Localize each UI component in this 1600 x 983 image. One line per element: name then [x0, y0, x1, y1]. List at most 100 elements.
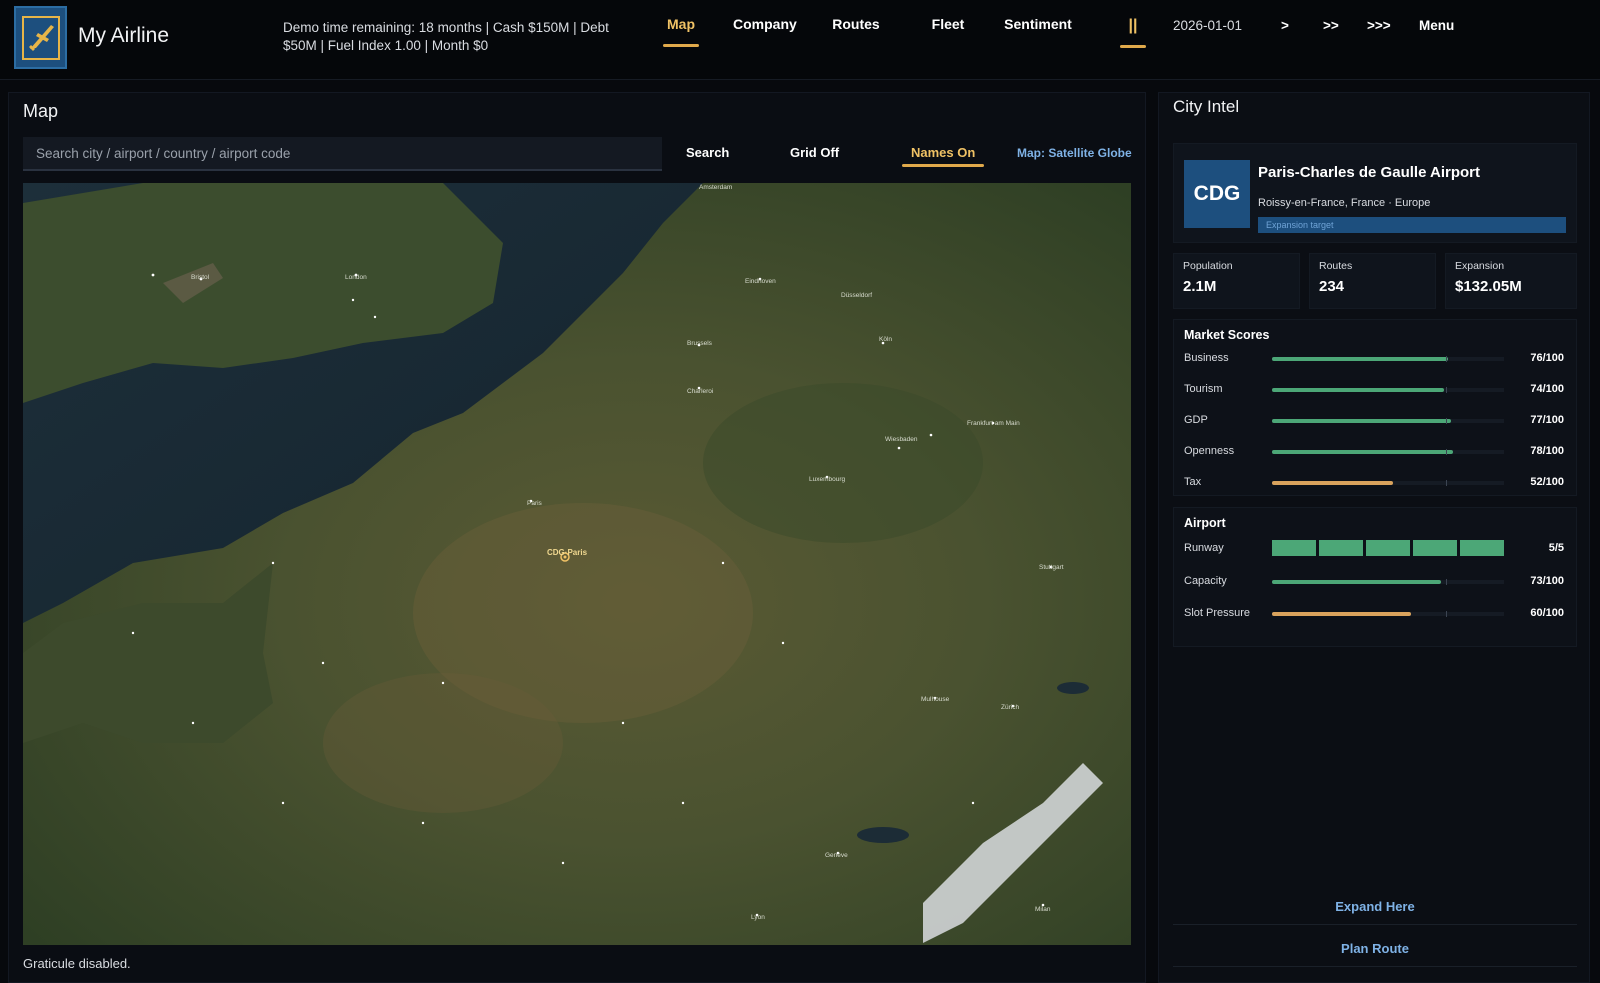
nav-fleet[interactable]: Fleet — [930, 16, 966, 44]
metric-label-runway: Runway — [1184, 542, 1224, 554]
airline-logo — [14, 6, 67, 69]
tax-score-bar — [1272, 480, 1504, 486]
score-bar-fill — [1272, 388, 1444, 392]
map-label: Frankfurt am Main — [967, 420, 1020, 427]
map-label: Charleroi — [687, 388, 713, 395]
airport-card: CDG Paris-Charles de Gaulle Airport Rois… — [1173, 143, 1577, 243]
top-bar: My Airline Demo time remaining: 18 month… — [0, 0, 1600, 80]
capacity-bar — [1272, 579, 1504, 585]
metric-value-tourism: 74/100 — [1530, 383, 1564, 395]
airport-section: Airport Runway 5/5 Capacity 73/100 Slot … — [1173, 507, 1577, 647]
nav-routes[interactable]: Routes — [832, 16, 880, 44]
satellite-map[interactable]: Amsterdam Bristol London Eindhoven Düsse… — [23, 183, 1131, 945]
menu-button[interactable]: Menu — [1419, 18, 1454, 33]
stat-label: Population — [1183, 260, 1233, 272]
lake-constance — [1057, 682, 1089, 694]
stat-value: 234 — [1319, 278, 1345, 295]
map-panel: Map Search Grid Off Names On Map: Satell… — [8, 92, 1146, 983]
metric-label-openness: Openness — [1184, 445, 1235, 457]
runway-segment — [1319, 540, 1363, 556]
map-panel-title: Map — [23, 101, 59, 121]
map-label: Paris — [527, 500, 543, 507]
business-score-bar — [1272, 356, 1504, 362]
status-line: Demo time remaining: 18 months | Cash $1… — [283, 20, 609, 53]
score-bar-fill — [1272, 357, 1449, 361]
bar-marker — [1446, 480, 1447, 486]
stat-value: $132.05M — [1455, 278, 1522, 295]
speed-2-button[interactable]: >> — [1323, 18, 1339, 33]
map-label: Zürich — [1001, 704, 1019, 711]
map-label: Genève — [825, 852, 848, 859]
runway-segment — [1272, 540, 1316, 556]
openness-score-bar — [1272, 449, 1504, 455]
loire-valley — [323, 673, 563, 813]
satellite-map-canvas[interactable]: Amsterdam Bristol London Eindhoven Düsse… — [23, 183, 1131, 945]
airport-section-title: Airport — [1184, 516, 1226, 530]
gdp-score-bar — [1272, 418, 1504, 424]
routes-stat: Routes 234 — [1309, 253, 1436, 309]
speed-1-button[interactable]: > — [1281, 18, 1289, 33]
map-label: Luxembourg — [809, 476, 846, 483]
metric-value-tax: 52/100 — [1530, 476, 1564, 488]
airport-code-badge: CDG — [1184, 160, 1250, 228]
names-toggle-button[interactable]: Names On — [901, 145, 985, 167]
map-label: Düsseldorf — [841, 292, 872, 299]
runway-segment — [1366, 540, 1410, 556]
grid-toggle-button[interactable]: Grid Off — [790, 145, 839, 160]
score-bar-fill — [1272, 450, 1453, 454]
map-label: Amsterdam — [699, 184, 732, 191]
speed-3-button[interactable]: >>> — [1367, 18, 1391, 33]
bar-marker — [1446, 356, 1447, 362]
metric-label-gdp: GDP — [1184, 414, 1208, 426]
lake-geneva — [857, 827, 909, 843]
metric-value-slot-pressure: 60/100 — [1530, 607, 1564, 619]
score-bar-fill — [1272, 419, 1451, 423]
metric-value-capacity: 73/100 — [1530, 575, 1564, 587]
map-label: Köln — [879, 336, 892, 343]
map-label: Eindhoven — [745, 278, 776, 285]
slot-pressure-bar — [1272, 611, 1504, 617]
game-date: 2026-01-01 — [1173, 18, 1243, 33]
stat-label: Routes — [1319, 260, 1353, 272]
map-label: Mulhouse — [921, 696, 950, 703]
tourism-score-bar — [1272, 387, 1504, 393]
expansion-target-tag: Expansion target — [1258, 217, 1566, 233]
runway-segment — [1460, 540, 1504, 556]
map-label: Lyon — [751, 914, 765, 921]
nav-company[interactable]: Company — [733, 16, 797, 44]
score-bar-fill — [1272, 612, 1412, 616]
map-mode-button[interactable]: Map: Satellite Globe — [1017, 146, 1132, 160]
market-scores-section: Market Scores Business 76/100 Tourism 74… — [1173, 319, 1577, 496]
bar-marker — [1446, 449, 1447, 455]
plane-logo-icon — [21, 15, 60, 60]
stat-label: Expansion — [1455, 260, 1505, 272]
plan-route-button[interactable]: Plan Route — [1173, 941, 1577, 967]
search-button[interactable]: Search — [686, 145, 729, 160]
map-label: Milan — [1035, 906, 1051, 913]
bar-marker — [1446, 611, 1447, 617]
bar-marker — [1446, 418, 1447, 424]
airport-location: Roissy-en-France, France · Europe — [1258, 197, 1431, 209]
graticule-status: Graticule disabled. — [23, 956, 131, 971]
map-label: London — [345, 274, 367, 281]
metric-value-openness: 78/100 — [1530, 445, 1564, 457]
metric-label-tax: Tax — [1184, 476, 1202, 488]
search-input[interactable] — [23, 137, 662, 171]
map-label: Brussels — [687, 340, 713, 347]
map-label: Bristol — [191, 274, 210, 281]
airport-name: Paris-Charles de Gaulle Airport — [1258, 164, 1481, 181]
ardennes-forest — [703, 383, 983, 543]
runway-segment — [1413, 540, 1457, 556]
population-stat: Population 2.1M — [1173, 253, 1300, 309]
nav-sentiment[interactable]: Sentiment — [1004, 16, 1072, 44]
expansion-stat: Expansion $132.05M — [1445, 253, 1577, 309]
bar-marker — [1446, 387, 1447, 393]
expand-here-button[interactable]: Expand Here — [1173, 899, 1577, 925]
map-label: Stuttgart — [1039, 564, 1064, 571]
nav-map[interactable]: Map — [663, 16, 699, 47]
city-intel-panel: City Intel CDG Paris-Charles de Gaulle A… — [1158, 92, 1590, 983]
map-label: Wiesbaden — [885, 436, 918, 443]
metric-label-business: Business — [1184, 352, 1229, 364]
metric-value-gdp: 77/100 — [1530, 414, 1564, 426]
pause-button[interactable]: || — [1120, 17, 1146, 48]
